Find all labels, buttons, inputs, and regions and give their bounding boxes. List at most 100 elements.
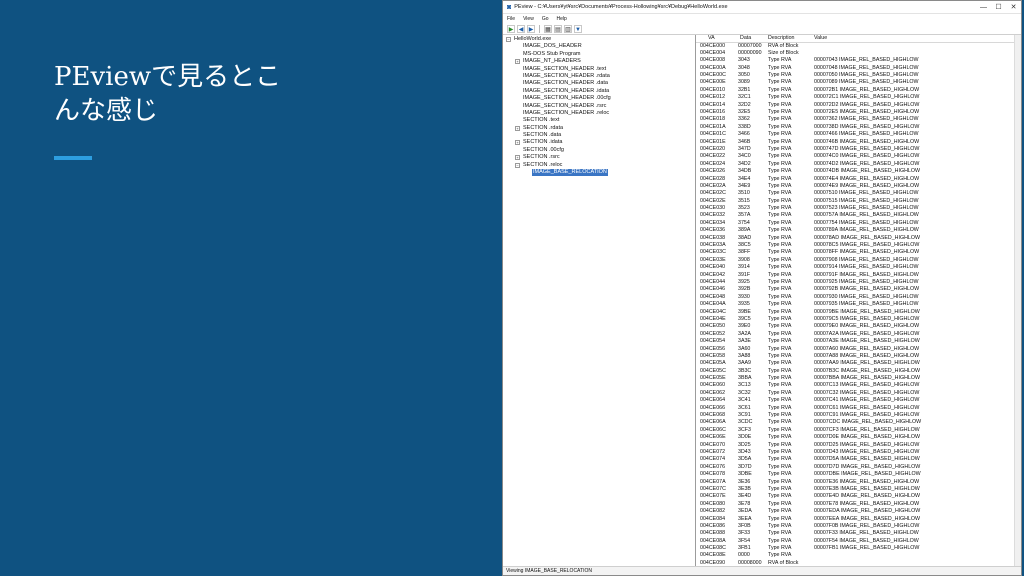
- view-words-icon[interactable]: ▤: [554, 24, 562, 33]
- view-address-icon[interactable]: ▼: [574, 24, 582, 33]
- table-row[interactable]: 004CE01C 3466 Type RVA 00007466 IMAGE_REL_B…: [696, 131, 1021, 138]
- table-row[interactable]: 004CE040 3914 Type RVA 00007914 IMAGE_REL_B…: [696, 264, 1021, 271]
- table-row[interactable]: 004CE056 3A60 Type RVA 00007A60 IMAGE_REL_B…: [696, 346, 1021, 353]
- table-row[interactable]: 004CE032 357A Type RVA 0000757A IMAGE_REL_B…: [696, 212, 1021, 219]
- table-row[interactable]: 004CE034 3754 Type RVA 00007754 IMAGE_REL_B…: [696, 220, 1021, 227]
- table-row[interactable]: 004CE000 00007000 RVA of Block: [696, 43, 1021, 50]
- tree-node[interactable]: IMAGE_SECTION_HEADER .00cfg: [503, 95, 695, 102]
- vertical-scrollbar[interactable]: [1014, 35, 1021, 566]
- table-row[interactable]: 004CE03C 38FF Type RVA 000078FF IMAGE_REL_B…: [696, 249, 1021, 256]
- tree-node[interactable]: − HelloWorld.exe: [503, 36, 695, 43]
- open-file-icon[interactable]: ▶: [507, 24, 515, 33]
- table-row[interactable]: 004CE010 32B1 Type RVA 000072B1 IMAGE_REL_B…: [696, 87, 1021, 94]
- table-row[interactable]: 004CE00A 3048 Type RVA 00007048 IMAGE_REL_B…: [696, 65, 1021, 72]
- table-row[interactable]: 004CE068 3C91 Type RVA 00007C91 IMAGE_REL_B…: [696, 412, 1021, 419]
- view-dwords-icon[interactable]: ▥: [564, 24, 572, 33]
- table-row[interactable]: 004CE028 34E4 Type RVA 000074E4 IMAGE_REL_B…: [696, 176, 1021, 183]
- table-row[interactable]: 004CE050 39E0 Type RVA 000079E0 IMAGE_REL_B…: [696, 323, 1021, 330]
- tree-node[interactable]: IMAGE_BASE_RELOCATION: [503, 169, 695, 177]
- column-data[interactable]: Data: [734, 35, 766, 42]
- expand-icon[interactable]: +: [515, 140, 520, 146]
- forward-icon[interactable]: ▶: [527, 24, 535, 33]
- maximize-button[interactable]: ☐: [991, 3, 1006, 11]
- table-row[interactable]: 004CE06C 3CF3 Type RVA 00007CF3 IMAGE_REL_B…: [696, 427, 1021, 434]
- table-row[interactable]: 004CE078 3DBE Type RVA 00007DBE IMAGE_REL_B…: [696, 471, 1021, 478]
- column-va[interactable]: VA: [696, 35, 734, 42]
- collapse-icon[interactable]: −: [515, 162, 520, 168]
- table-row[interactable]: 004CE07A 3E36 Type RVA 00007E36 IMAGE_REL_B…: [696, 479, 1021, 486]
- minimize-button[interactable]: —: [976, 4, 991, 11]
- menu-help[interactable]: Help: [556, 16, 566, 22]
- back-icon[interactable]: ◀: [517, 24, 525, 33]
- tree-node[interactable]: + SECTION .rsrc: [503, 154, 695, 161]
- table-row[interactable]: 004CE026 34DB Type RVA 000074DB IMAGE_REL_B…: [696, 168, 1021, 175]
- view-bytes-icon[interactable]: ▦: [544, 24, 552, 33]
- table-row[interactable]: 004CE060 3C13 Type RVA 00007C13 IMAGE_REL_B…: [696, 382, 1021, 389]
- table-row[interactable]: 004CE072 3D43 Type RVA 00007D43 IMAGE_REL_B…: [696, 449, 1021, 456]
- tree-node[interactable]: − SECTION .reloc: [503, 162, 695, 169]
- tree-node[interactable]: SECTION .data: [503, 132, 695, 139]
- table-row[interactable]: 004CE06A 3CDC Type RVA 00007CDC IMAGE_REL_B…: [696, 419, 1021, 426]
- tree-node[interactable]: IMAGE_SECTION_HEADER .reloc: [503, 110, 695, 117]
- table-row[interactable]: 004CE054 3A3E Type RVA 00007A3E IMAGE_REL_B…: [696, 338, 1021, 345]
- column-description[interactable]: Description: [766, 35, 812, 42]
- menu-file[interactable]: File: [507, 16, 515, 22]
- table-row[interactable]: 004CE016 32E5 Type RVA 000072E5 IMAGE_REL_B…: [696, 109, 1021, 116]
- table-row[interactable]: 004CE088 3F33 Type RVA 00007F33 IMAGE_REL_B…: [696, 530, 1021, 537]
- table-row[interactable]: 004CE03A 38C5 Type RVA 000078C5 IMAGE_REL_B…: [696, 242, 1021, 249]
- table-row[interactable]: 004CE02A 34E9 Type RVA 000074E9 IMAGE_REL_B…: [696, 183, 1021, 190]
- table-row[interactable]: 004CE014 32D2 Type RVA 000072D2 IMAGE_REL_B…: [696, 102, 1021, 109]
- table-row[interactable]: 004CE036 389A Type RVA 0000789A IMAGE_REL_B…: [696, 227, 1021, 234]
- table-row[interactable]: 004CE086 3F0B Type RVA 00007F0B IMAGE_REL_B…: [696, 523, 1021, 530]
- table-row[interactable]: 004CE022 34C0 Type RVA 000074C0 IMAGE_REL_B…: [696, 153, 1021, 160]
- title-bar[interactable]: ◙ PEview - C:¥Users¥yt¥src¥Documents¥Pro…: [503, 1, 1021, 14]
- tree-node[interactable]: IMAGE_SECTION_HEADER .data: [503, 80, 695, 87]
- table-row[interactable]: 004CE08A 3F54 Type RVA 00007F54 IMAGE_REL_B…: [696, 538, 1021, 545]
- table-row[interactable]: 004CE03E 3908 Type RVA 00007908 IMAGE_REL_B…: [696, 257, 1021, 264]
- table-row[interactable]: 004CE074 3D5A Type RVA 00007D5A IMAGE_REL_B…: [696, 456, 1021, 463]
- tree-node[interactable]: MS-DOS Stub Program: [503, 51, 695, 58]
- table-row[interactable]: 004CE02C 3510 Type RVA 00007510 IMAGE_REL_B…: [696, 190, 1021, 197]
- table-row[interactable]: 004CE080 3E78 Type RVA 00007E78 IMAGE_REL_B…: [696, 501, 1021, 508]
- table-row[interactable]: 004CE082 3EDA Type RVA 00007EDA IMAGE_REL_B…: [696, 508, 1021, 515]
- column-value[interactable]: Value: [812, 35, 1021, 42]
- tree-node[interactable]: + IMAGE_NT_HEADERS: [503, 58, 695, 65]
- table-row[interactable]: 004CE04E 39C5 Type RVA 000079C5 IMAGE_REL_B…: [696, 316, 1021, 323]
- tree-node[interactable]: IMAGE_DOS_HEADER: [503, 43, 695, 50]
- table-row[interactable]: 004CE076 3D7D Type RVA 00007D7D IMAGE_REL_B…: [696, 464, 1021, 471]
- table-row[interactable]: 004CE012 32C1 Type RVA 000072C1 IMAGE_REL_B…: [696, 94, 1021, 101]
- table-row[interactable]: 004CE02E 3515 Type RVA 00007515 IMAGE_REL_B…: [696, 198, 1021, 205]
- table-row[interactable]: 004CE038 38AD Type RVA 000078AD IMAGE_REL_B…: [696, 235, 1021, 242]
- table-row[interactable]: 004CE004 00000090 Size of Block: [696, 50, 1021, 57]
- table-row[interactable]: 004CE008 3043 Type RVA 00007043 IMAGE_REL_B…: [696, 57, 1021, 64]
- table-row[interactable]: 004CE070 3D25 Type RVA 00007D25 IMAGE_REL_B…: [696, 442, 1021, 449]
- tree-node[interactable]: IMAGE_SECTION_HEADER .rsrc: [503, 103, 695, 110]
- table-row[interactable]: 004CE04A 3935 Type RVA 00007935 IMAGE_REL_B…: [696, 301, 1021, 308]
- table-row[interactable]: 004CE05A 3AA9 Type RVA 00007AA9 IMAGE_REL_B…: [696, 360, 1021, 367]
- tree-node[interactable]: SECTION .text: [503, 117, 695, 124]
- expand-icon[interactable]: +: [515, 155, 520, 161]
- table-row[interactable]: 004CE024 34D2 Type RVA 000074D2 IMAGE_REL_B…: [696, 161, 1021, 168]
- tree-node[interactable]: IMAGE_SECTION_HEADER .idata: [503, 88, 695, 95]
- table-row[interactable]: 004CE020 347D Type RVA 0000747D IMAGE_REL_B…: [696, 146, 1021, 153]
- table-row[interactable]: 004CE064 3C41 Type RVA 00007C41 IMAGE_REL_B…: [696, 397, 1021, 404]
- expand-icon[interactable]: +: [515, 59, 520, 65]
- table-row[interactable]: 004CE08E 0000 Type RVA: [696, 552, 1021, 559]
- tree-node[interactable]: IMAGE_SECTION_HEADER .text: [503, 66, 695, 73]
- table-row[interactable]: 004CE048 3930 Type RVA 00007930 IMAGE_REL_B…: [696, 294, 1021, 301]
- table-row[interactable]: 004CE01A 338D Type RVA 0000738D IMAGE_REL_B…: [696, 124, 1021, 131]
- table-row[interactable]: 004CE018 3362 Type RVA 00007362 IMAGE_REL_B…: [696, 116, 1021, 123]
- table-row[interactable]: 004CE08C 3FB1 Type RVA 00007FB1 IMAGE_REL_B…: [696, 545, 1021, 552]
- table-row[interactable]: 004CE058 3A88 Type RVA 00007A88 IMAGE_REL_B…: [696, 353, 1021, 360]
- tree-node[interactable]: IMAGE_SECTION_HEADER .rdata: [503, 73, 695, 80]
- data-list[interactable]: VA Data Description Value 004CE000 000070…: [696, 35, 1021, 566]
- table-row[interactable]: 004CE00C 3050 Type RVA 00007050 IMAGE_REL_B…: [696, 72, 1021, 79]
- tree-node[interactable]: + SECTION .rdata: [503, 125, 695, 132]
- tree-node[interactable]: SECTION .00cfg: [503, 147, 695, 154]
- table-row[interactable]: 004CE084 3EEA Type RVA 00007EEA IMAGE_REL_B…: [696, 516, 1021, 523]
- table-row[interactable]: 004CE05E 3BBA Type RVA 00007BBA IMAGE_REL_B…: [696, 375, 1021, 382]
- table-row[interactable]: 004CE06E 3D0E Type RVA 00007D0E IMAGE_REL_B…: [696, 434, 1021, 441]
- table-row[interactable]: 004CE042 391F Type RVA 0000791F IMAGE_REL_B…: [696, 272, 1021, 279]
- table-row[interactable]: 004CE05C 3B3C Type RVA 00007B3C IMAGE_REL_B…: [696, 368, 1021, 375]
- table-row[interactable]: 004CE062 3C32 Type RVA 00007C32 IMAGE_REL_B…: [696, 390, 1021, 397]
